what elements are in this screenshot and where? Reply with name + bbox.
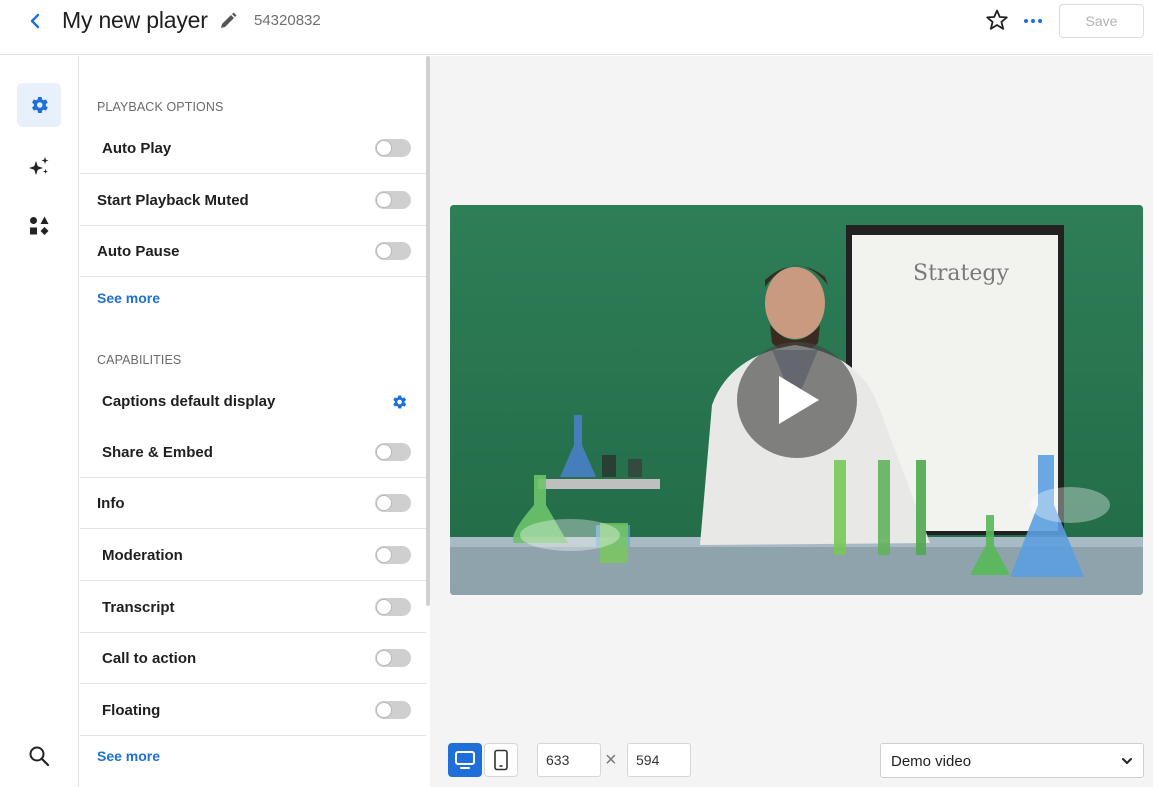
toggle-knob <box>376 702 392 718</box>
setting-row-auto-pause: Auto Pause <box>80 226 426 277</box>
auto-play-toggle[interactable] <box>375 139 411 157</box>
toggle-knob <box>376 243 392 259</box>
height-input[interactable] <box>627 743 691 777</box>
setting-label: Floating <box>102 701 161 719</box>
toggle-knob <box>376 547 392 563</box>
whiteboard-text: Strategy <box>913 261 1009 286</box>
desktop-view-button[interactable] <box>448 743 482 777</box>
setting-label: Call to action <box>102 649 197 667</box>
captions-settings-button[interactable] <box>390 393 408 411</box>
back-button[interactable] <box>26 10 46 32</box>
mobile-view-button[interactable] <box>484 743 518 777</box>
transcript-toggle[interactable] <box>375 598 411 616</box>
moderation-toggle[interactable] <box>375 546 411 564</box>
chevron-left-icon <box>30 13 40 29</box>
setting-row-floating: Floating <box>80 685 426 736</box>
settings-panel: PLAYBACK OPTIONS Auto Play Start Playbac… <box>80 56 426 787</box>
start-muted-toggle[interactable] <box>375 191 411 209</box>
see-more-playback-link[interactable]: See more <box>97 290 160 306</box>
sparkle-icon <box>29 157 49 175</box>
video-select-value: Demo video <box>891 753 972 770</box>
toggle-knob <box>376 444 392 460</box>
setting-label: Transcript <box>102 598 175 616</box>
info-toggle[interactable] <box>375 494 411 512</box>
setting-label: Auto Pause <box>97 242 180 260</box>
pencil-icon <box>221 12 237 28</box>
star-icon <box>986 9 1008 30</box>
setting-label: Start Playback Muted <box>97 191 249 209</box>
setting-row-share-embed: Share & Embed <box>80 427 426 478</box>
play-button[interactable] <box>737 342 857 458</box>
setting-row-start-muted: Start Playback Muted <box>80 175 426 226</box>
chevron-down-icon <box>1122 758 1132 764</box>
monitor-icon <box>455 751 475 769</box>
setting-label: Info <box>97 494 125 512</box>
setting-label: Share & Embed <box>102 443 213 461</box>
phone-icon <box>494 749 508 771</box>
setting-row-call-to-action: Call to action <box>80 633 426 684</box>
rail-ai-button[interactable] <box>17 145 61 189</box>
share-embed-toggle[interactable] <box>375 443 411 461</box>
more-horizontal-icon <box>1024 19 1042 23</box>
toggle-knob <box>376 140 392 156</box>
video-preview[interactable]: Strategy <box>450 205 1143 595</box>
shapes-icon <box>30 216 49 235</box>
setting-label: Captions default display <box>102 393 276 410</box>
favorite-button[interactable] <box>985 8 1009 32</box>
toggle-knob <box>376 192 392 208</box>
player-id: 54320832 <box>254 12 321 29</box>
more-options-button[interactable] <box>1021 9 1045 33</box>
setting-row-auto-play: Auto Play <box>80 123 426 174</box>
see-more-capabilities-link[interactable]: See more <box>97 748 160 764</box>
call-to-action-toggle[interactable] <box>375 649 411 667</box>
setting-row-captions: Captions default display <box>80 376 426 427</box>
section-title-playback: PLAYBACK OPTIONS <box>97 100 224 114</box>
video-select[interactable]: Demo video <box>880 743 1144 778</box>
setting-label: Moderation <box>102 546 183 564</box>
header-bar: My new player 54320832 Save <box>0 0 1153 55</box>
search-button[interactable] <box>28 745 50 767</box>
rail-components-button[interactable] <box>17 204 61 248</box>
section-title-capabilities: CAPABILITIES <box>97 353 182 367</box>
setting-label: Auto Play <box>102 139 172 157</box>
gear-icon <box>32 97 48 113</box>
play-icon <box>779 376 819 424</box>
left-rail <box>0 56 79 787</box>
save-button[interactable]: Save <box>1059 4 1144 38</box>
setting-row-info: Info <box>80 478 426 529</box>
search-icon <box>29 746 50 767</box>
setting-row-moderation: Moderation <box>80 530 426 581</box>
gear-icon <box>393 394 407 409</box>
toggle-knob <box>376 650 392 666</box>
page-title: My new player <box>62 7 208 33</box>
auto-pause-toggle[interactable] <box>375 242 411 260</box>
setting-row-transcript: Transcript <box>80 582 426 633</box>
floating-toggle[interactable] <box>375 701 411 719</box>
dimension-separator: × <box>605 749 617 771</box>
edit-title-button[interactable] <box>218 11 238 31</box>
toggle-knob <box>376 599 392 615</box>
width-input[interactable] <box>537 743 601 777</box>
rail-settings-button[interactable] <box>17 83 61 127</box>
toggle-knob <box>376 495 392 511</box>
